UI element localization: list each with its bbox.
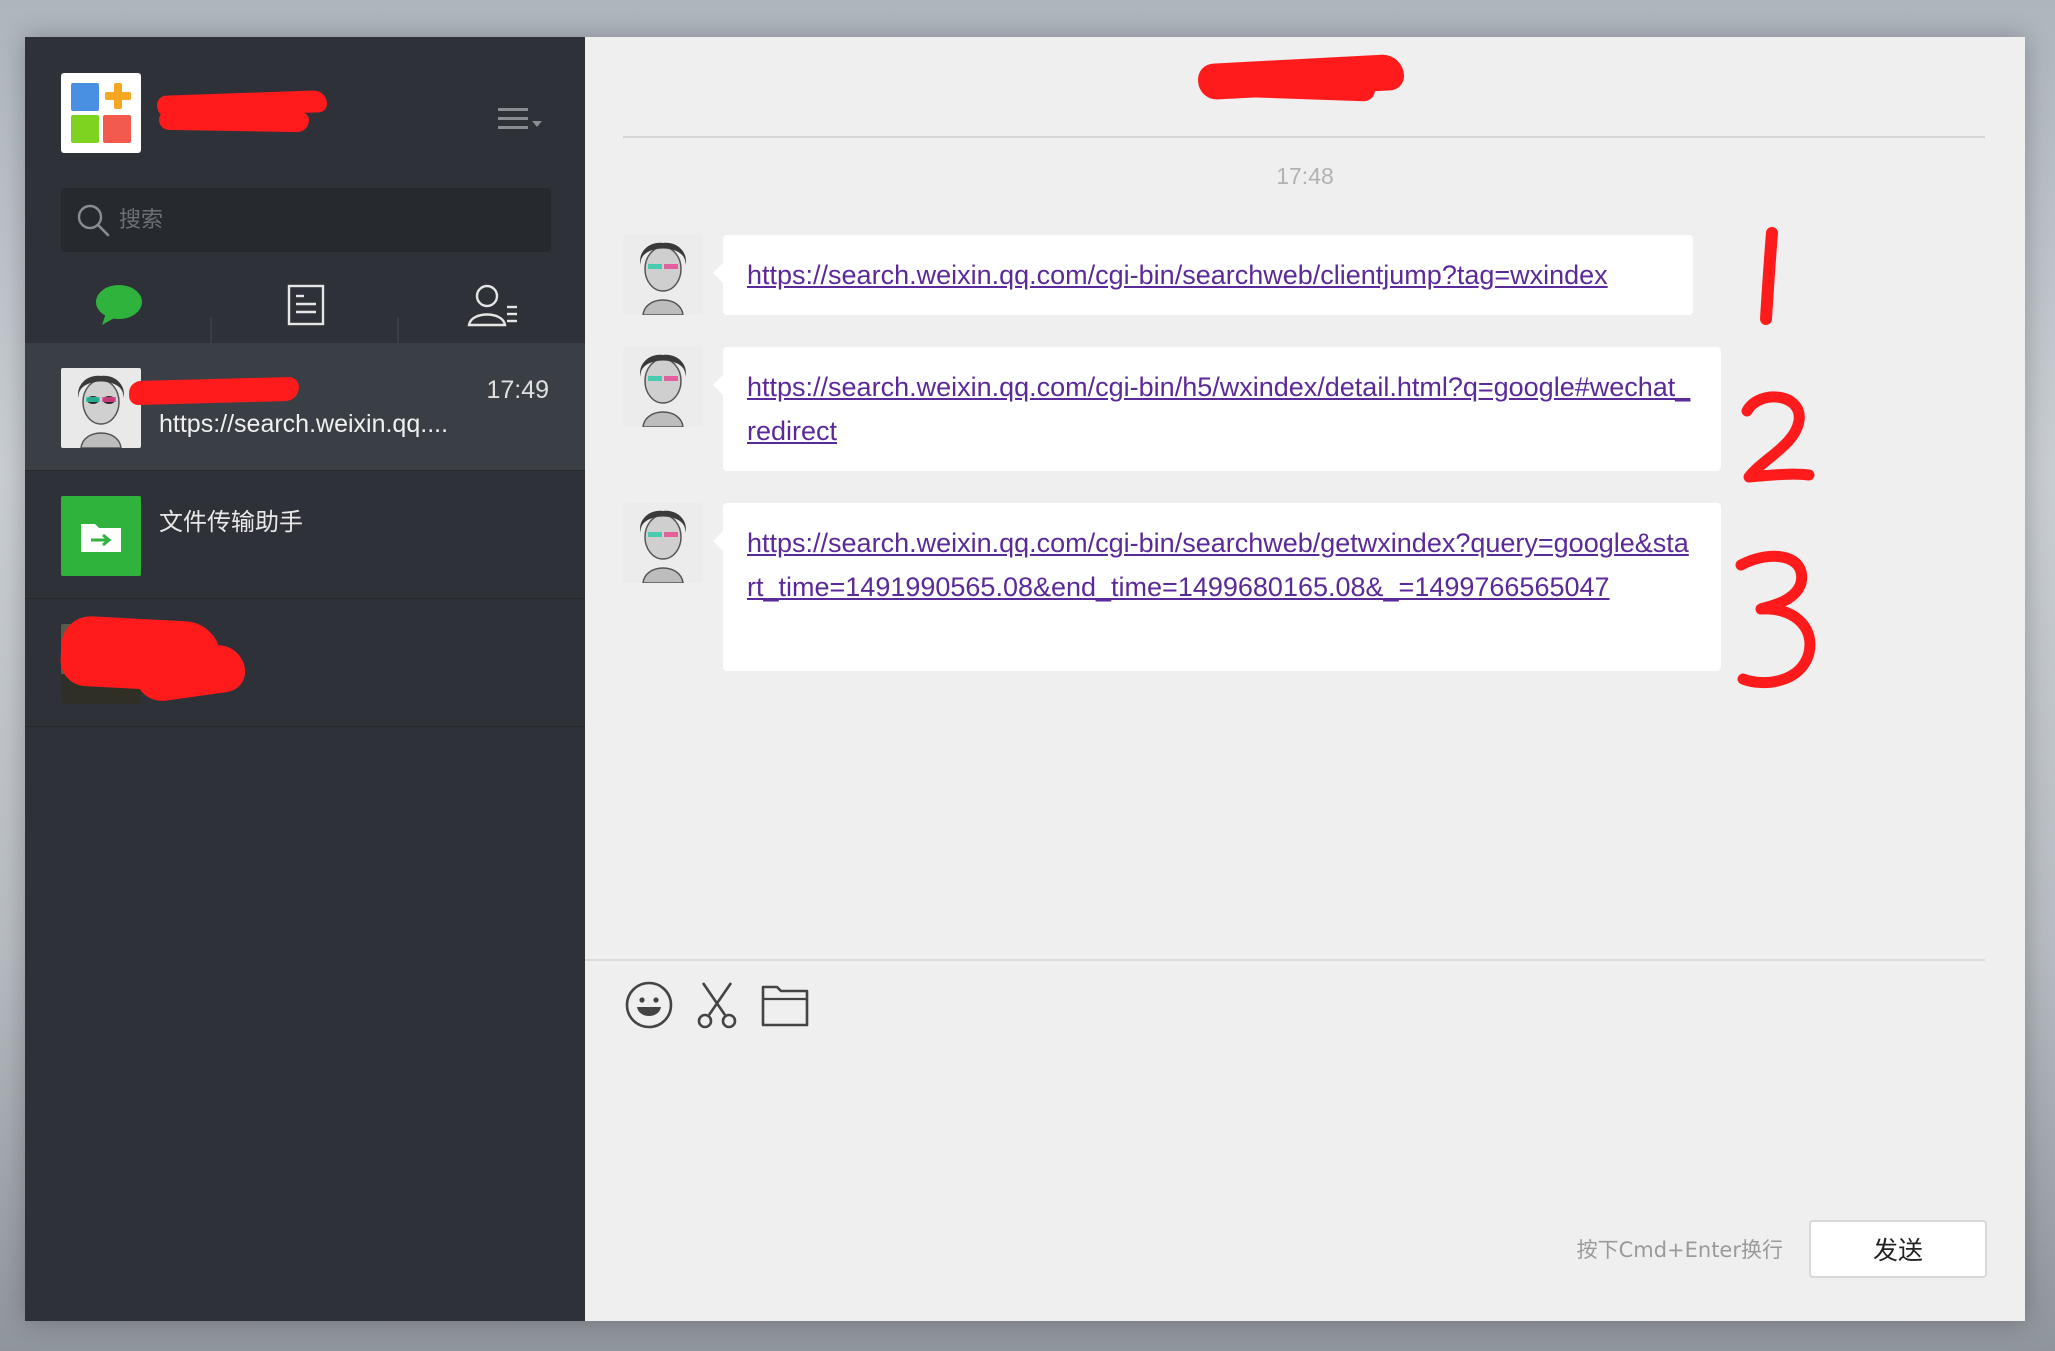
annotation-number-3 — [1735, 550, 1816, 689]
avatar — [623, 347, 703, 427]
redaction-mark — [128, 376, 300, 406]
contacts-icon — [467, 284, 517, 327]
folder-icon — [761, 985, 809, 1027]
avatar — [61, 368, 141, 448]
chat-item-file-transfer[interactable]: 文件传输助手 — [25, 471, 585, 599]
redaction-mark — [158, 109, 310, 133]
search-box — [61, 188, 551, 252]
search-input[interactable] — [119, 196, 539, 244]
message-bubble: https://search.weixin.qq.com/cgi-bin/h5/… — [713, 347, 1721, 471]
screenshot-button[interactable] — [691, 979, 743, 1031]
message-link[interactable]: https://search.weixin.qq.com/cgi-bin/h5/… — [747, 372, 1690, 446]
chat-preview: https://search.weixin.qq.... — [159, 410, 449, 438]
chat-time: 17:49 — [486, 376, 549, 404]
message-input[interactable] — [623, 1047, 1985, 1207]
chat-bubble-icon — [95, 285, 142, 325]
search-icon — [77, 204, 110, 237]
hamburger-menu-icon[interactable] — [490, 99, 546, 139]
chat-list: 17:49 https://search.weixin.qq.... 文件传输助… — [25, 343, 585, 727]
annotation-number-1 — [1760, 227, 1778, 325]
conversation-panel: 17:48 https://search.weixin.qq.com/cgi-b… — [585, 37, 2025, 1321]
tab-articles[interactable] — [212, 269, 399, 341]
message-link[interactable]: https://search.weixin.qq.com/cgi-bin/sea… — [747, 528, 1689, 602]
message-timestamp: 17:48 — [1276, 163, 1334, 189]
send-button[interactable]: 发送 — [1809, 1220, 1987, 1278]
sidebar: 17:49 https://search.weixin.qq.... 文件传输助… — [25, 37, 585, 1321]
tab-contacts[interactable] — [399, 269, 586, 341]
message-link[interactable]: https://search.weixin.qq.com/cgi-bin/sea… — [747, 260, 1608, 290]
tab-chats[interactable] — [25, 269, 212, 341]
annotation-number-2 — [1741, 391, 1815, 483]
chat-name: 文件传输助手 — [159, 508, 303, 536]
profile-header — [25, 37, 585, 187]
file-transfer-icon — [61, 496, 141, 576]
emoji-button[interactable] — [623, 979, 675, 1031]
chat-item[interactable]: ​​​​​​​​~ — [25, 599, 585, 727]
avatar — [623, 503, 703, 583]
send-file-button[interactable] — [759, 979, 811, 1031]
sidebar-tabs — [25, 269, 586, 357]
composer-divider — [585, 959, 1985, 961]
header-divider — [623, 136, 1985, 138]
message-bubble: https://search.weixin.qq.com/cgi-bin/sea… — [713, 235, 1693, 315]
article-icon — [287, 284, 324, 326]
chat-item[interactable]: 17:49 https://search.weixin.qq.... — [25, 343, 585, 471]
emoji-icon — [625, 981, 673, 1029]
composer-hint: 按下Cmd+Enter换行 — [1576, 1238, 1783, 1262]
avatar — [623, 235, 703, 315]
message-bubble: https://search.weixin.qq.com/cgi-bin/sea… — [713, 503, 1721, 671]
app-logo-icon[interactable] — [61, 73, 141, 153]
scissors-icon — [697, 982, 737, 1029]
wechat-window: 17:49 https://search.weixin.qq.... 文件传输助… — [25, 37, 2025, 1321]
